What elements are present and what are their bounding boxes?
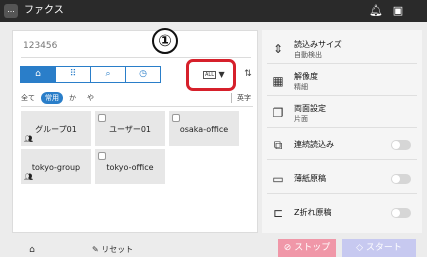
setting-title: 両面設定 — [294, 104, 326, 113]
destination-item[interactable]: tokyo-group 👥︎ — [21, 149, 91, 184]
index-separator — [231, 93, 232, 103]
z-fold-toggle[interactable] — [391, 208, 411, 218]
tab-address-book[interactable]: ⌂ — [20, 66, 56, 83]
scan-size-icon: ⇕ — [272, 42, 284, 56]
setting-title: 薄紙原稿 — [294, 174, 326, 183]
setting-value: 自動検出 — [294, 51, 322, 59]
destination-tabs: ⌂ ⠿ ⌕ ◷ — [20, 66, 201, 83]
thin-paper-toggle[interactable] — [391, 174, 411, 184]
stop-label: ストップ — [294, 243, 331, 253]
z-fold-icon: ⊏ — [272, 206, 284, 220]
highlight-box — [186, 59, 236, 91]
continuous-scan-toggle[interactable] — [391, 140, 411, 150]
tab-history[interactable]: ◷ — [125, 66, 161, 83]
reset-button[interactable]: ✎ リセット — [92, 244, 133, 256]
setting-title: 読込みサイズ — [294, 40, 342, 49]
continuous-scan-icon: ⧉ — [273, 138, 283, 152]
setting-value: 片面 — [294, 115, 308, 123]
setting-scan-size[interactable]: ⇕ 読込みサイズ 自動検出 — [262, 34, 422, 64]
setting-title: 連続読込み — [294, 140, 334, 149]
thin-paper-icon: ▭ — [272, 172, 284, 186]
menu-button[interactable]: ... — [4, 4, 18, 18]
bell-icon[interactable]: 🔔︎ — [368, 3, 384, 19]
start-button[interactable]: ◇ スタート — [342, 239, 416, 257]
toggle-knob — [392, 209, 400, 217]
destination-name: tokyo-group — [31, 163, 81, 172]
tab-keypad[interactable]: ⠿ — [55, 66, 91, 83]
row-divider — [267, 193, 417, 194]
home-icon[interactable]: ⌂ — [25, 244, 39, 256]
index-divider — [21, 106, 253, 107]
group-icon: 👥︎ — [24, 173, 33, 181]
pen-icon: ✎ — [92, 245, 102, 254]
start-label: スタート — [365, 243, 402, 253]
destination-name: tokyo-office — [106, 163, 154, 172]
screen-title: ファクス — [24, 5, 64, 16]
setting-thin-paper[interactable]: ▭ 薄紙原稿 — [262, 164, 422, 194]
tab-search[interactable]: ⌕ — [90, 66, 126, 83]
address-book-icon: ⌂ — [35, 69, 41, 79]
setting-duplex[interactable]: ❐ 両面設定 片面 — [262, 98, 422, 128]
row-divider — [267, 95, 417, 96]
stop-icon: ⊘ — [283, 243, 295, 253]
destination-name: グループ01 — [35, 125, 77, 134]
destination-item[interactable]: グループ01 👥︎ — [21, 111, 91, 146]
sort-icon[interactable]: ⇅ — [241, 67, 255, 82]
row-divider — [267, 159, 417, 160]
setting-resolution[interactable]: ▦ 解像度 精細 — [262, 66, 422, 96]
input-underline — [21, 57, 251, 58]
search-icon: ⌕ — [105, 69, 111, 79]
index-ka[interactable]: か — [69, 92, 76, 104]
index-ya[interactable]: や — [87, 92, 94, 104]
row-divider — [267, 127, 417, 128]
group-icon: 👥︎ — [24, 135, 33, 143]
destination-item[interactable]: tokyo-office — [95, 149, 165, 184]
destination-item[interactable]: ユーザー01 — [95, 111, 165, 146]
destination-checkbox[interactable] — [98, 114, 106, 122]
toggle-knob — [392, 175, 400, 183]
duplex-icon: ❐ — [272, 106, 284, 120]
row-divider — [267, 63, 417, 64]
setting-z-fold[interactable]: ⊏ Z折れ原稿 — [262, 198, 422, 228]
index-all[interactable]: 全て — [21, 92, 35, 104]
title-bar: ... ファクス 🔔︎ ▣ — [0, 0, 427, 22]
setting-continuous-scan[interactable]: ⧉ 連続読込み — [262, 130, 422, 160]
callout-number: ① — [152, 28, 178, 54]
destination-name: ユーザー01 — [108, 125, 152, 134]
keypad-icon: ⠿ — [69, 69, 77, 79]
destination-checkbox[interactable] — [172, 114, 180, 122]
stop-button[interactable]: ⊘ ストップ — [278, 239, 336, 257]
settings-panel: ⇕ 読込みサイズ 自動検出 ▦ 解像度 精細 ❐ 両面設定 片面 ⧉ 連続読込み… — [262, 30, 422, 233]
setting-value: 精細 — [294, 83, 308, 91]
destination-item[interactable]: osaka-office — [169, 111, 239, 146]
index-row: 全て 常用 か や 英字 — [21, 92, 255, 104]
destination-input[interactable] — [23, 39, 153, 53]
toggle-knob — [392, 141, 400, 149]
destination-name: osaka-office — [179, 125, 229, 134]
setting-title: 解像度 — [294, 72, 318, 81]
reset-label: リセット — [101, 245, 134, 254]
start-icon: ◇ — [356, 243, 366, 253]
destination-checkbox[interactable] — [98, 152, 106, 160]
fax-screen: ... ファクス 🔔︎ ▣ ⌂ ⠿ ⌕ ◷ ALL ▼ ⇅ 全て 常用 か や … — [0, 0, 427, 257]
resolution-icon: ▦ — [272, 74, 284, 88]
history-icon: ◷ — [139, 69, 147, 79]
device-icon[interactable]: ▣ — [390, 3, 406, 19]
index-frequent[interactable]: 常用 — [41, 92, 63, 104]
setting-title: Z折れ原稿 — [294, 208, 332, 217]
index-alpha[interactable]: 英字 — [237, 92, 251, 104]
